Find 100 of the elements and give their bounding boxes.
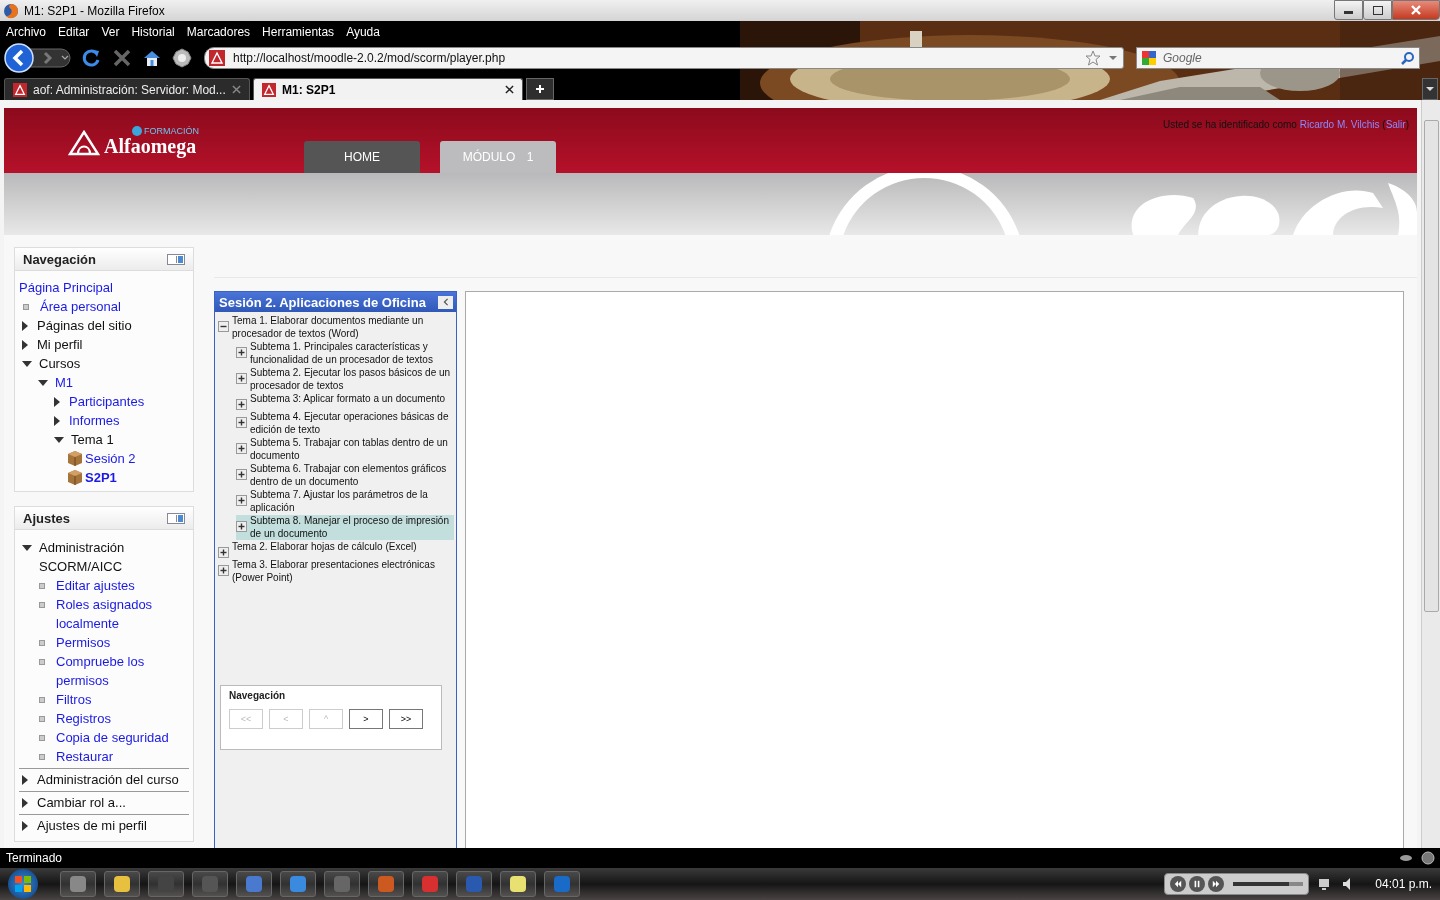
app-icon (552, 874, 572, 894)
expand-icon[interactable] (236, 495, 247, 506)
taskbar-app-button[interactable] (104, 871, 140, 897)
toc-row[interactable]: Tema 2. Elaborar hojas de cálculo (Excel) (218, 541, 454, 558)
toc-row[interactable]: Subtema 7. Ajustar los parámetros de la aplicación (236, 489, 454, 514)
expand-arrow-icon[interactable] (22, 340, 28, 350)
expand-icon[interactable] (218, 547, 229, 558)
collapse-arrow-icon[interactable] (38, 380, 48, 386)
close-tab-icon[interactable] (505, 85, 514, 94)
toc-row[interactable]: Subtema 1. Principales características y funcionalidad de un procesador de textos (236, 341, 454, 366)
nav-item[interactable]: Administración del curso (37, 770, 179, 789)
nav-tab[interactable]: HOME (304, 141, 420, 173)
expand-icon[interactable] (236, 443, 247, 454)
minimize-button[interactable] (1334, 0, 1363, 20)
nav-item[interactable]: Ajustes de mi perfil (37, 816, 147, 835)
expand-arrow-icon[interactable] (54, 397, 60, 407)
dock-icon[interactable] (167, 253, 185, 265)
expand-arrow-icon[interactable] (22, 821, 28, 831)
nav-link[interactable]: Roles asignados localmente (56, 595, 189, 633)
expand-arrow-icon[interactable] (22, 321, 28, 331)
nav-link[interactable]: Copia de seguridad (56, 728, 169, 747)
nav-link[interactable]: Área personal (40, 297, 121, 316)
search-field[interactable]: Google (1136, 47, 1420, 69)
expand-icon[interactable] (236, 347, 247, 358)
expand-icon[interactable] (236, 469, 247, 480)
collapse-arrow-icon[interactable] (22, 545, 32, 551)
nav-link[interactable]: Página Principal (19, 278, 113, 297)
expand-icon[interactable] (236, 399, 247, 410)
nav-link[interactable]: S2P1 (85, 468, 117, 487)
nav-item[interactable]: Tema 1 (71, 430, 114, 449)
nav-button[interactable]: >> (389, 709, 423, 729)
nav-item[interactable]: Administración SCORM/AICC (39, 538, 189, 576)
app-icon (376, 874, 396, 894)
app-icon (508, 874, 528, 894)
reload-icon[interactable] (82, 48, 102, 68)
volume-slider[interactable] (1233, 882, 1304, 886)
expand-icon[interactable] (236, 521, 247, 532)
nav-item[interactable]: Cambiar rol a... (37, 793, 126, 812)
expand-arrow-icon[interactable] (54, 416, 60, 426)
search-engine-icon[interactable] (1141, 50, 1157, 66)
new-tab-button[interactable] (526, 78, 554, 100)
nav-link[interactable]: Permisos (56, 633, 111, 652)
nav-item[interactable]: Mi perfil (37, 335, 83, 354)
collapse-arrow-icon[interactable] (22, 361, 32, 367)
nav-link[interactable]: Sesión 2 (85, 449, 136, 468)
toc-row[interactable]: Tema 1. Elaborar documentos mediante un procesador de textos (Word) (218, 315, 454, 340)
menu-item[interactable]: Ayuda (346, 25, 380, 39)
pause-button[interactable] (1189, 876, 1206, 892)
menu-item[interactable]: Herramientas (262, 25, 335, 39)
address-field[interactable]: http://localhost/moodle-2.0.2/mod/scorm/player.php (204, 47, 1124, 69)
browser-tab[interactable]: M1: S2P1 (253, 78, 523, 100)
browser-tab[interactable]: aof: Administración: Servidor: Mod... (4, 78, 250, 100)
circle-icon (132, 126, 142, 136)
nav-link[interactable]: Restaurar (56, 747, 114, 766)
nav-link[interactable]: Informes (69, 411, 120, 430)
expand-arrow-icon[interactable] (22, 775, 28, 785)
maximize-button[interactable] (1363, 0, 1392, 20)
expand-arrow-icon[interactable] (22, 798, 28, 808)
dock-icon[interactable] (167, 512, 185, 524)
collapse-icon[interactable] (218, 321, 229, 332)
navigation-box-title: Navegación (229, 690, 287, 701)
stop-icon[interactable] (112, 48, 132, 68)
previous-button[interactable] (1170, 876, 1187, 892)
expand-icon[interactable] (218, 565, 229, 576)
menu-item[interactable]: Ver (101, 25, 120, 39)
nav-link[interactable]: Filtros (56, 690, 92, 709)
back-forward-button[interactable] (4, 43, 72, 73)
toc-item-label: Tema 1. Elaborar documentos mediante un procesador de textos (Word) (232, 315, 425, 340)
toc-row[interactable]: Subtema 3: Aplicar formato a un documento (236, 393, 454, 410)
taskbar-app-button[interactable] (500, 871, 536, 897)
circle-icon (1420, 850, 1436, 866)
home-icon[interactable] (142, 48, 162, 68)
expand-icon[interactable] (236, 417, 247, 428)
nav-link[interactable]: Registros (56, 709, 111, 728)
nav-link[interactable]: Participantes (69, 392, 145, 411)
nav-link[interactable]: Compruebe los permisos (56, 652, 189, 690)
nav-link[interactable]: M1 (55, 373, 74, 392)
bullet-icon (39, 697, 45, 703)
gear-icon[interactable] (172, 48, 192, 68)
search-input[interactable]: Google (1161, 50, 1397, 66)
hide-panel-button[interactable] (438, 295, 453, 309)
nav-item[interactable]: Páginas del sitio (37, 316, 132, 335)
search-icon[interactable] (1401, 51, 1415, 65)
scrollbar[interactable] (1421, 100, 1440, 848)
star-icon[interactable] (1085, 50, 1101, 66)
block-title: Navegación (23, 251, 96, 267)
menu-item[interactable]: Historial (131, 25, 175, 39)
nav-link[interactable]: Editar ajustes (56, 576, 135, 595)
toc-item-label: Subtema 7. Ajustar los parámetros de la aplicación (250, 489, 429, 514)
nav-button[interactable]: > (349, 709, 383, 729)
start-button[interactable] (8, 869, 38, 899)
close-button[interactable] (1392, 0, 1440, 20)
expand-icon[interactable] (236, 373, 247, 384)
menu-item[interactable]: Editar (58, 25, 90, 39)
menu-item[interactable]: Archivo (6, 25, 46, 39)
nav-item[interactable]: Cursos (39, 354, 81, 373)
menu-item[interactable]: Marcadores (186, 25, 251, 39)
tab-list-button[interactable] (1422, 78, 1438, 100)
next-button[interactable] (1208, 876, 1225, 892)
collapse-arrow-icon[interactable] (54, 437, 64, 443)
